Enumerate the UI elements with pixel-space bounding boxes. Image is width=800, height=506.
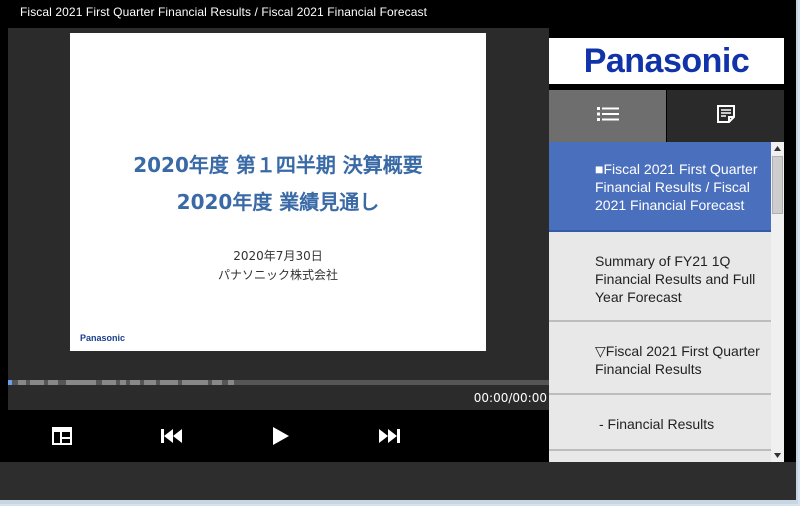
- chapter-marker: [212, 380, 222, 385]
- list-icon: [596, 106, 619, 127]
- slide-title-line1: 2020年度 第１四半期 決算概要: [133, 153, 423, 177]
- chapter-marker: [160, 380, 178, 385]
- layout-icon[interactable]: [50, 424, 74, 448]
- video-player: 2020年度 第１四半期 決算概要 2020年度 業績見通し 2020年7月30…: [8, 28, 549, 462]
- slide-view: 2020年度 第１四半期 決算概要 2020年度 業績見通し 2020年7月30…: [70, 33, 486, 351]
- chapter-marker: [18, 380, 26, 385]
- chapter-marker: [48, 380, 58, 385]
- list-item[interactable]: Summary of FY21 1Q Financial Results and…: [549, 232, 771, 322]
- sidebar-tabs: [549, 90, 784, 142]
- control-bar: [8, 410, 549, 462]
- brand-text: Panasonic: [583, 41, 750, 80]
- chapter-marker: [144, 380, 156, 385]
- brand-logo: Panasonic: [549, 38, 784, 84]
- time-display: 00:00/00:00: [473, 391, 547, 405]
- chapter-marker: [30, 380, 44, 385]
- progress-bar[interactable]: [8, 380, 549, 385]
- chapter-marker: [182, 380, 208, 385]
- footer-band: [0, 462, 796, 500]
- window-title: Fiscal 2021 First Quarter Financial Resu…: [0, 0, 796, 24]
- list-item[interactable]: ▽Fiscal 2021 First Quarter Financial Res…: [549, 322, 771, 395]
- slide-date: 2020年7月30日: [233, 249, 323, 263]
- list-item-label: Summary of FY21 1Q Financial Results and…: [595, 253, 756, 305]
- list-item-label: - Financial Results: [599, 416, 715, 432]
- scroll-up-icon[interactable]: [771, 142, 784, 155]
- list-item[interactable]: - Financial Results: [549, 395, 771, 451]
- tab-notes[interactable]: [667, 90, 784, 142]
- window-frame: Fiscal 2021 First Quarter Financial Resu…: [0, 0, 798, 504]
- play-icon[interactable]: [269, 424, 293, 448]
- slide-logo: Panasonic: [80, 333, 126, 343]
- list-item-label: ■Fiscal 2021 First Quarter Financial Res…: [595, 161, 758, 213]
- sidebar: Panasonic ■Fiscal 2021 First Quarter Fin…: [549, 28, 784, 462]
- chapter-marker: [66, 380, 96, 385]
- progress-played: [8, 380, 12, 385]
- scroll-thumb[interactable]: [772, 156, 783, 214]
- skip-back-icon[interactable]: [160, 424, 184, 448]
- chapter-marker: [102, 380, 116, 385]
- list-item[interactable]: [549, 451, 771, 462]
- skip-forward-icon[interactable]: [377, 424, 401, 448]
- slide-title-line2: 2020年度 業績見通し: [176, 190, 380, 214]
- scroll-down-icon[interactable]: [771, 449, 784, 462]
- chapter-marker: [228, 380, 234, 385]
- chapter-marker: [120, 380, 126, 385]
- chapter-list: ■Fiscal 2021 First Quarter Financial Res…: [549, 142, 771, 462]
- tab-chapter-list[interactable]: [549, 90, 666, 142]
- slide-company: パナソニック株式会社: [217, 268, 338, 282]
- list-scrollbar[interactable]: [771, 142, 784, 462]
- list-item-label: ▽Fiscal 2021 First Quarter Financial Res…: [595, 343, 760, 377]
- list-item[interactable]: ■Fiscal 2021 First Quarter Financial Res…: [549, 142, 771, 232]
- chapter-marker: [130, 380, 140, 385]
- notes-icon: [716, 104, 736, 129]
